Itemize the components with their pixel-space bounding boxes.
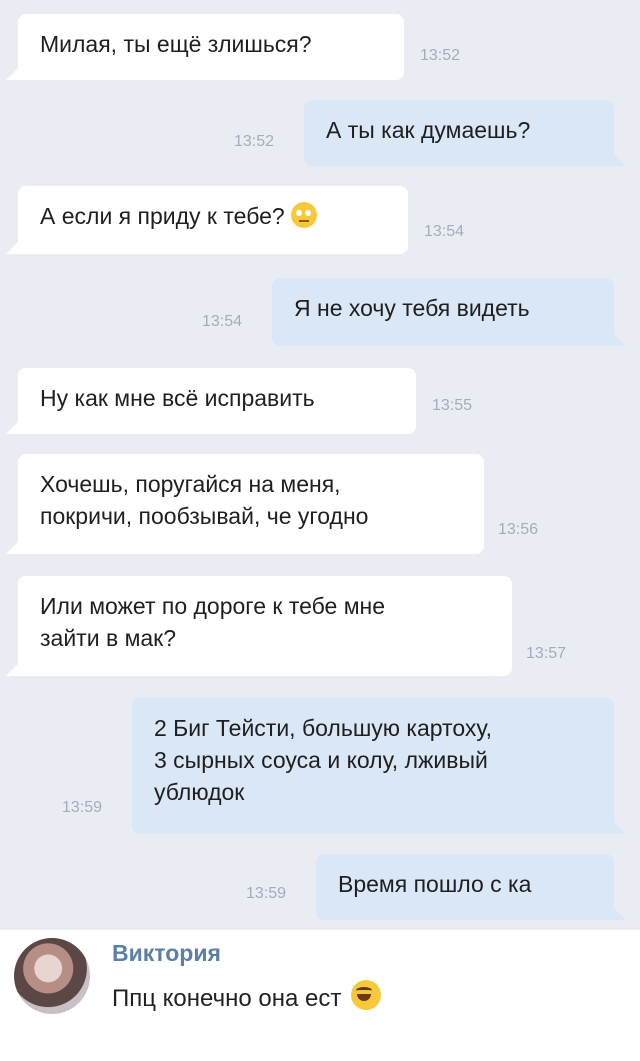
message-text: Хочешь, поругайся на меня, <box>40 471 341 497</box>
tears-of-joy-emoji-icon <box>351 980 382 1010</box>
message-time: 13:56 <box>498 521 539 538</box>
message-time: 13:54 <box>424 223 465 240</box>
message-text: зайти в мак? <box>40 625 177 651</box>
message-time: 13:52 <box>234 133 275 150</box>
message-bubble-outgoing[interactable]: Я не хочу тебя видеть <box>272 278 626 346</box>
rolling-eyes-emoji-icon <box>290 202 317 228</box>
message-text: покричи, пообзывай, че угодно <box>40 503 369 529</box>
comment-author[interactable]: Виктория <box>112 940 221 967</box>
message-time: 13:55 <box>432 397 473 414</box>
message-text: Милая, ты ещё злишься? <box>40 31 312 57</box>
message-bubble-incoming[interactable]: Или может по дороге к тебе мне зайти в м… <box>6 576 512 676</box>
message-text: 3 сырных соуса и колу, лживый <box>154 747 488 773</box>
message-text: Или может по дороге к тебе мне <box>40 593 386 619</box>
message-text: ублюдок <box>154 779 245 805</box>
message-text: А ты как думаешь? <box>326 117 531 143</box>
message-text: А если я приду к тебе? <box>40 200 386 232</box>
message-time: 13:52 <box>420 47 461 64</box>
message-bubble-incoming[interactable]: Милая, ты ещё злишься? <box>6 14 404 80</box>
message-bubble-incoming[interactable]: А если я приду к тебе? <box>6 186 408 254</box>
message-text: 2 Биг Тейсти, большую картоху, <box>154 715 492 741</box>
message-text: Я не хочу тебя видеть <box>294 295 530 321</box>
comment-section: Виктория Ппц конечно она ест <box>0 930 640 1061</box>
message-text: Время пошло с ка <box>338 871 532 897</box>
message-bubble-incoming[interactable]: Ну как мне всё исправить <box>6 368 416 434</box>
message-bubble-outgoing[interactable]: 2 Биг Тейсти, большую картоху, 3 сырных … <box>132 698 626 834</box>
message-time: 13:59 <box>246 885 287 902</box>
message-bubble-outgoing[interactable]: Время пошло с ка <box>316 854 626 920</box>
message-text: Ну как мне всё исправить <box>40 385 315 411</box>
message-time: 13:54 <box>202 313 243 330</box>
chat-area: Милая, ты ещё злишься? 13:52 А ты как ду… <box>0 0 640 930</box>
message-time: 13:59 <box>62 799 103 816</box>
comment-text: Ппц конечно она ест <box>112 980 382 1013</box>
message-bubble-incoming[interactable]: Хочешь, поругайся на меня, покричи, пооб… <box>6 454 484 554</box>
avatar[interactable] <box>14 938 90 1014</box>
message-time: 13:57 <box>526 645 567 662</box>
message-bubble-outgoing[interactable]: А ты как думаешь? <box>304 100 626 166</box>
